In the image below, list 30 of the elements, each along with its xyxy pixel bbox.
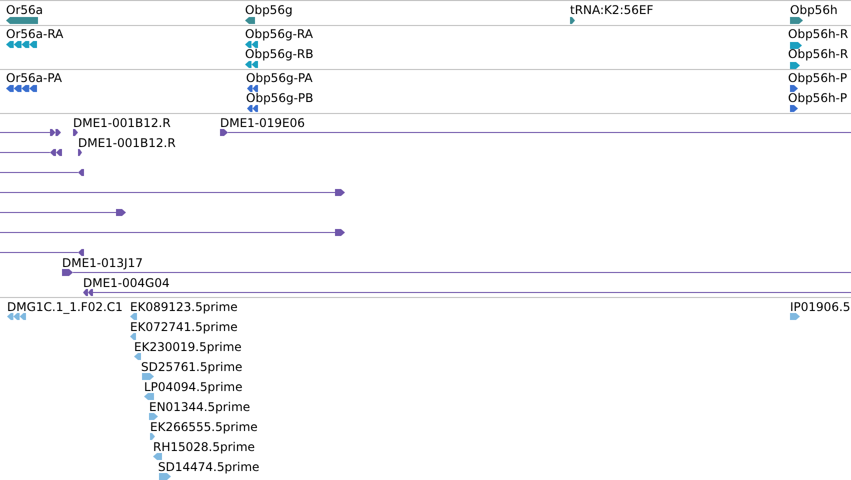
feature-label: DME1-001B12.R	[73, 116, 171, 130]
feature-label: EK266555.5prime	[150, 420, 258, 434]
feature-label: Obp56g-RB	[245, 47, 314, 61]
feature-label: Obp56g-RA	[245, 27, 313, 41]
feature-label: LP04094.5prime	[144, 380, 243, 394]
feature-label: SD14474.5prime	[158, 460, 260, 474]
feature-label: DMG1C.1_1.F02.C1	[7, 300, 123, 314]
feature-label: RH15028.5prime	[153, 440, 255, 454]
feature-label: DME1-013J17	[62, 256, 143, 270]
feature-label: Obp56h-R	[788, 27, 848, 41]
feature-label: Or56a-RA	[6, 27, 64, 41]
feature-label: EK072741.5prime	[130, 320, 238, 334]
feature-label: tRNA:K2:56EF	[570, 3, 654, 17]
feature-label: Or56a	[6, 3, 44, 17]
feature-label: DME1-019E06	[220, 116, 305, 130]
feature-label: IP01906.5	[790, 300, 850, 314]
feature-label: EN01344.5prime	[149, 400, 250, 414]
feature-label: Obp56g-PA	[246, 71, 313, 85]
feature-label: Obp56g	[245, 3, 293, 17]
feature-label: EK089123.5prime	[130, 300, 238, 314]
feature-label: Obp56h-P	[788, 91, 848, 105]
feature-label: SD25761.5prime	[141, 360, 242, 374]
feature-label: Obp56h-R	[788, 47, 848, 61]
feature-label: Or56a-PA	[6, 71, 62, 85]
feature-label: EK230019.5prime	[134, 340, 242, 354]
feature-label: Obp56h-P	[788, 71, 848, 85]
feature-label: Obp56h	[790, 3, 838, 17]
feature-label: Obp56g-PB	[246, 91, 314, 105]
feature-label: DME1-001B12.R	[78, 136, 176, 150]
feature-label: DME1-004G04	[83, 276, 170, 290]
